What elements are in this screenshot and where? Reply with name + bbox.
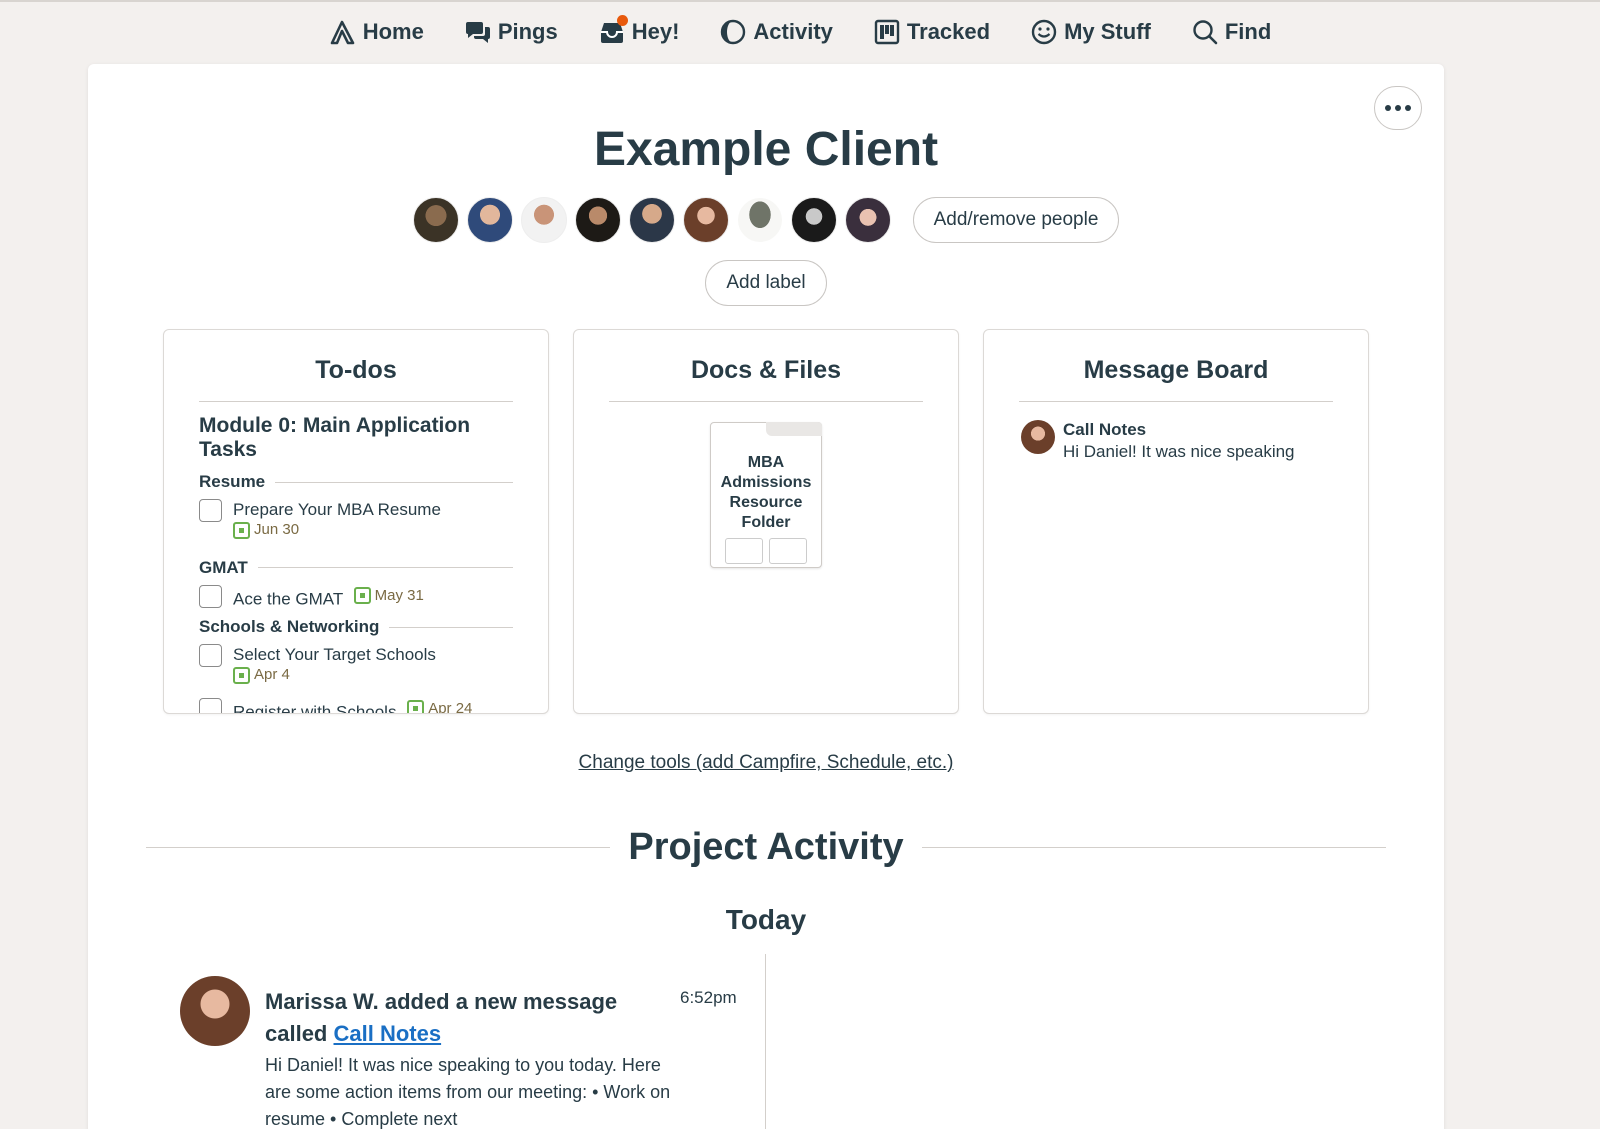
todo-item: Select Your Target Schools Apr 4 bbox=[199, 644, 513, 689]
dot-icon bbox=[1405, 105, 1411, 111]
todo-item: Prepare Your MBA Resume Jun 30 bbox=[199, 499, 513, 544]
calendar-icon bbox=[233, 666, 250, 684]
nav-hey[interactable]: Hey! bbox=[578, 10, 700, 54]
todo-checkbox[interactable] bbox=[199, 644, 222, 667]
activity-excerpt: Hi Daniel! It was nice speaking to you t… bbox=[265, 1055, 671, 1129]
pings-icon bbox=[465, 22, 490, 43]
activity-link[interactable]: Call Notes bbox=[334, 1021, 442, 1046]
todo-group: Schools & Networking bbox=[199, 617, 513, 637]
todo-group: Resume bbox=[199, 472, 513, 492]
todos-card[interactable]: To-dos Module 0: Main Application Tasks … bbox=[163, 329, 549, 714]
avatar[interactable] bbox=[628, 197, 675, 243]
activity-time: 6:52pm bbox=[680, 988, 737, 1007]
avatar[interactable] bbox=[520, 197, 567, 243]
todo-item: Register with Schools Apr 24 bbox=[199, 697, 513, 713]
message-title: Call Notes bbox=[1063, 420, 1147, 439]
activity-day-label: Today bbox=[725, 904, 807, 935]
nav-find[interactable]: Find bbox=[1171, 10, 1291, 54]
project-card: Example Client Add/remove people Add lab… bbox=[88, 64, 1444, 1129]
change-tools-link[interactable]: Change tools (add Campfire, Schedule, et… bbox=[88, 752, 1444, 774]
top-nav: Home Pings Hey! Activity Tracked My Stuf… bbox=[0, 10, 1600, 54]
todo-checkbox[interactable] bbox=[199, 697, 222, 713]
docs-files-title: Docs & Files bbox=[690, 356, 842, 384]
project-activity-heading: Project Activity bbox=[146, 826, 1386, 869]
todo-text[interactable]: Select Your Target Schools bbox=[233, 645, 436, 664]
nav-pings[interactable]: Pings bbox=[444, 10, 578, 54]
message-board-card[interactable]: Message Board Call Notes Hi Daniel! It w… bbox=[983, 329, 1369, 714]
folder-name: MBA Admissions Resource Folder bbox=[720, 454, 812, 531]
avatar[interactable] bbox=[682, 197, 729, 243]
todo-item: Ace the GMAT May 31 bbox=[199, 584, 513, 610]
calendar-icon bbox=[233, 521, 250, 539]
avatar[interactable] bbox=[790, 197, 837, 243]
todo-text[interactable]: Prepare Your MBA Resume bbox=[233, 500, 441, 519]
document-thumbnail-icon bbox=[769, 538, 807, 564]
due-date: Jun 30 bbox=[233, 520, 299, 540]
dot-icon bbox=[1385, 105, 1391, 111]
message-board-title: Message Board bbox=[1083, 356, 1269, 384]
tools-row: To-dos Module 0: Main Application Tasks … bbox=[163, 329, 1369, 714]
due-date: Apr 24 bbox=[407, 699, 472, 713]
home-icon bbox=[330, 20, 355, 45]
due-date: Apr 4 bbox=[233, 665, 290, 685]
todo-text[interactable]: Ace the GMAT bbox=[233, 589, 343, 608]
timeline-divider bbox=[765, 954, 766, 1129]
people-row: Add/remove people bbox=[88, 197, 1444, 243]
avatar[interactable] bbox=[574, 197, 621, 243]
dot-icon bbox=[1395, 105, 1401, 111]
todo-checkbox[interactable] bbox=[199, 584, 222, 608]
avatar[interactable] bbox=[180, 976, 250, 1046]
todo-text[interactable]: Register with Schools bbox=[233, 702, 396, 713]
nav-activity[interactable]: Activity bbox=[699, 10, 852, 54]
tracked-icon bbox=[874, 19, 900, 45]
notification-dot bbox=[616, 15, 628, 26]
nav-tracked[interactable]: Tracked bbox=[853, 10, 1010, 54]
avatar bbox=[1021, 420, 1055, 454]
document-thumbnail-icon bbox=[725, 538, 763, 564]
avatar[interactable] bbox=[844, 197, 891, 243]
calendar-icon bbox=[353, 587, 371, 604]
avatar[interactable] bbox=[736, 197, 783, 243]
todo-list-title[interactable]: Module 0: Main Application Tasks bbox=[199, 414, 513, 462]
activity-icon bbox=[721, 19, 746, 45]
todo-checkbox[interactable] bbox=[199, 499, 222, 522]
message-item[interactable]: Call Notes Hi Daniel! It was nice speaki… bbox=[984, 402, 1368, 462]
avatar[interactable] bbox=[466, 197, 513, 243]
search-icon bbox=[1193, 20, 1218, 45]
add-remove-people-button[interactable]: Add/remove people bbox=[912, 197, 1120, 243]
todo-group: GMAT bbox=[199, 558, 513, 578]
folder[interactable]: MBA Admissions Resource Folder bbox=[710, 422, 822, 568]
divider bbox=[609, 401, 923, 402]
add-label-button[interactable]: Add label bbox=[705, 260, 827, 306]
avatar[interactable] bbox=[412, 197, 459, 243]
project-title: Example Client bbox=[593, 123, 939, 176]
todos-title: To-dos bbox=[315, 356, 397, 384]
folder-tab bbox=[766, 422, 822, 436]
docs-files-card[interactable]: Docs & Files MBA Admissions Resource Fol… bbox=[573, 329, 959, 714]
nav-home[interactable]: Home bbox=[309, 10, 444, 54]
calendar-icon bbox=[407, 700, 425, 713]
due-date: May 31 bbox=[353, 586, 424, 606]
nav-my-stuff[interactable]: My Stuff bbox=[1010, 10, 1171, 54]
top-border bbox=[0, 0, 1600, 2]
my-stuff-icon bbox=[1031, 19, 1057, 45]
activity-headline: Marissa W. added a new message called Ca… bbox=[265, 989, 618, 1046]
message-excerpt: Hi Daniel! It was nice speaking bbox=[1063, 442, 1295, 461]
project-activity-title: Project Activity bbox=[628, 826, 904, 868]
